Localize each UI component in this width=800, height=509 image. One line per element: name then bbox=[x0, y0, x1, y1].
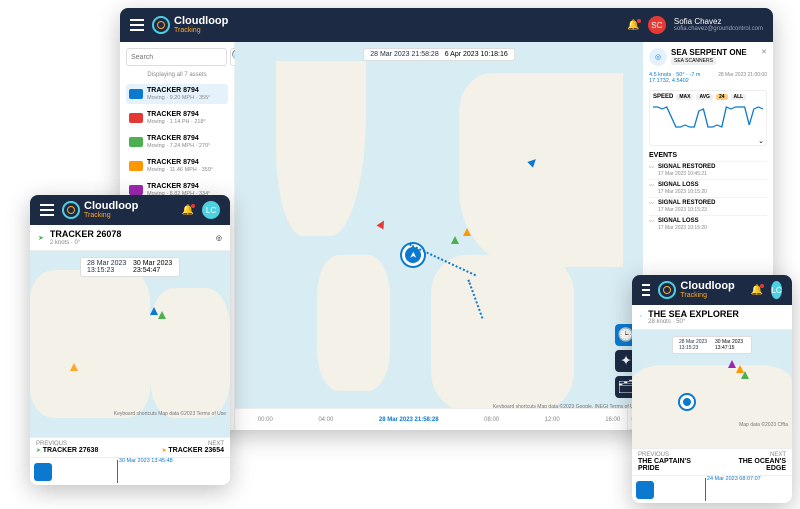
compass-icon: ◎ bbox=[649, 48, 667, 66]
detail-lastupdate: 28 Mar 2023 21:00:00 bbox=[718, 72, 767, 78]
events-heading: EVENTS bbox=[649, 152, 767, 159]
prev-button[interactable]: PREVIOUSTHE CAPTAIN'S PRIDE bbox=[632, 449, 712, 475]
bell-icon[interactable]: 🔔 bbox=[627, 20, 639, 31]
detail-coord: 17.1732, 4.5402 bbox=[649, 78, 689, 84]
user-label: Sofia Chavezsofia.chavez@groundcontrol.c… bbox=[674, 18, 763, 32]
map-attribution: Keyboard shortcuts Map data ©2023 Terms … bbox=[114, 411, 226, 417]
date-range[interactable]: 28 Mar 2023 21:58:286 Apr 2023 10:18:16 bbox=[363, 48, 515, 61]
date-range[interactable]: 28 Mar 2023 13:15:2330 Mar 2023 23:54:47 bbox=[80, 257, 180, 277]
map-attribution: Map data ©2023 Cffta bbox=[739, 422, 788, 428]
speed-chart: SPEED MAX AVG 24 ALL ⌄ bbox=[649, 90, 767, 146]
avatar[interactable]: LC bbox=[202, 201, 220, 219]
avatar[interactable]: SC bbox=[648, 16, 666, 34]
range-pill[interactable]: ALL bbox=[731, 94, 747, 100]
logo: CloudloopTracking bbox=[658, 281, 734, 299]
asset-item[interactable]: TRACKER 8794Moving · 1.14 PH · 218° bbox=[126, 108, 228, 128]
range-pill[interactable]: 24 bbox=[716, 94, 728, 100]
asset-item[interactable]: TRACKER 8794Moving · 11.46 MPH · 359° bbox=[126, 156, 228, 176]
bell-icon[interactable]: 🔔 bbox=[751, 285, 763, 296]
next-button[interactable]: NEXT➤ TRACKER 23654 bbox=[130, 438, 230, 457]
target-icon[interactable]: ◎ bbox=[216, 234, 222, 242]
avatar[interactable]: LC bbox=[771, 281, 782, 299]
date-range[interactable]: 28 Mar 2023 13:15:2330 Mar 2023 13:47:15 bbox=[672, 336, 752, 354]
event-row[interactable]: 〰SIGNAL RESTORED17 Mar 2023 10:15:23 bbox=[649, 197, 767, 215]
range-pill[interactable]: MAX bbox=[676, 94, 693, 100]
search-input[interactable] bbox=[126, 48, 227, 66]
map[interactable]: 28 Mar 2023 21:58:286 Apr 2023 10:18:16 … bbox=[235, 42, 643, 430]
mobile-window-1: CloudloopTracking 🔔 LC ➤ TRACKER 260782 … bbox=[30, 195, 230, 485]
map[interactable]: 28 Mar 2023 13:15:2330 Mar 2023 23:54:47… bbox=[30, 251, 230, 437]
signal-icon: 〰 bbox=[649, 218, 654, 231]
asset-item[interactable]: TRACKER 8794Moving · 9.20 MPH · 355° bbox=[126, 84, 228, 104]
menu-icon[interactable] bbox=[40, 204, 54, 216]
marker-icon[interactable] bbox=[463, 228, 471, 236]
map[interactable]: 28 Mar 2023 13:15:2330 Mar 2023 13:47:15… bbox=[632, 330, 792, 448]
signal-icon: 〰 bbox=[649, 182, 654, 195]
marker-icon[interactable] bbox=[741, 371, 749, 379]
selected-marker-icon[interactable] bbox=[680, 395, 694, 409]
signal-icon: 〰 bbox=[649, 164, 654, 177]
topbar: CloudloopTracking 🔔 SC Sofia Chavezsofia… bbox=[120, 8, 773, 42]
play-icon[interactable] bbox=[636, 481, 654, 499]
play-icon[interactable] bbox=[34, 463, 52, 481]
menu-icon[interactable] bbox=[130, 19, 144, 31]
tracker-nav: PREVIOUS➤ TRACKER 27638 NEXT➤ TRACKER 23… bbox=[30, 437, 230, 457]
logo: CloudloopTracking bbox=[62, 201, 138, 219]
chart-expand[interactable]: ⌄ bbox=[758, 137, 764, 145]
close-icon[interactable]: ✕ bbox=[761, 48, 767, 56]
prev-button[interactable]: PREVIOUS➤ TRACKER 27638 bbox=[30, 438, 130, 457]
arrow-icon: ➤ bbox=[38, 234, 44, 242]
mini-timeline[interactable] bbox=[632, 475, 792, 503]
tracker-bar[interactable]: ◦ THE SEA EXPLORER28 knots · 50° bbox=[632, 305, 792, 330]
mini-timeline[interactable] bbox=[30, 457, 230, 485]
tracker-bar[interactable]: ➤ TRACKER 260782 knots · 0° ◎ bbox=[30, 225, 230, 251]
tracker-nav: PREVIOUSTHE CAPTAIN'S PRIDE NEXTTHE OCEA… bbox=[632, 448, 792, 475]
range-pill[interactable]: AVG bbox=[696, 94, 712, 100]
detail-tag: SEA SCANNERS bbox=[671, 57, 716, 65]
bell-icon[interactable]: 🔔 bbox=[182, 205, 194, 216]
menu-icon[interactable] bbox=[642, 284, 650, 296]
asset-item[interactable]: TRACKER 8794Moving · 7.24 MPH · 270° bbox=[126, 132, 228, 152]
marker-icon[interactable] bbox=[158, 311, 166, 319]
marker-icon[interactable] bbox=[451, 236, 459, 244]
timeline[interactable]: 00:0004:00 28 Mar 2023 21:58:28 08:0012:… bbox=[235, 408, 643, 430]
detail-title: SEA SERPENT ONE bbox=[671, 48, 747, 57]
logo: CloudloopTracking bbox=[152, 16, 228, 34]
event-row[interactable]: 〰SIGNAL LOSS17 Mar 2023 10:15:20 bbox=[649, 215, 767, 233]
marker-icon[interactable] bbox=[150, 307, 158, 315]
marker-icon[interactable] bbox=[728, 360, 736, 368]
event-row[interactable]: 〰SIGNAL LOSS17 Mar 2023 10:15:20 bbox=[649, 179, 767, 197]
asset-count: Displaying all 7 assets bbox=[126, 72, 228, 78]
marker-icon[interactable] bbox=[376, 219, 387, 230]
marker-icon[interactable] bbox=[70, 363, 78, 371]
event-row[interactable]: 〰SIGNAL RESTORED17 Mar 2023 10:45:21 bbox=[649, 161, 767, 179]
signal-icon: 〰 bbox=[649, 200, 654, 213]
next-button[interactable]: NEXTTHE OCEAN'S EDGE bbox=[712, 449, 792, 475]
mobile-window-2: CloudloopTracking 🔔 LC ◦ THE SEA EXPLORE… bbox=[632, 275, 792, 503]
